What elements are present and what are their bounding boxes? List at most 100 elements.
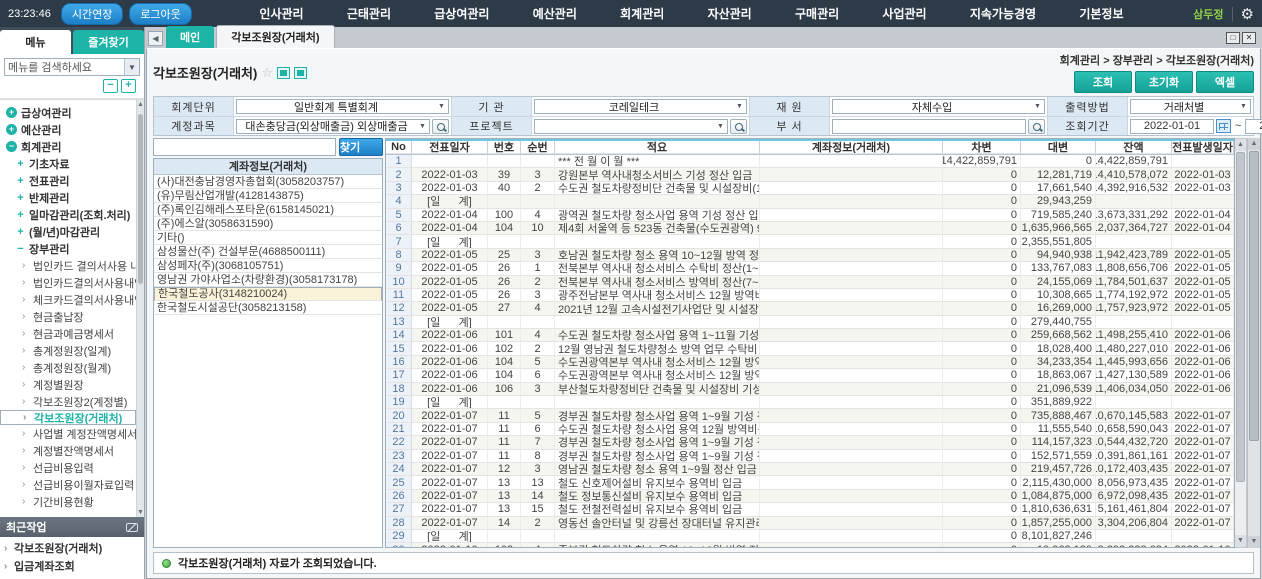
col-debit[interactable]: 차변	[943, 141, 1021, 154]
client-list-item-3[interactable]: (주)에스알(3058631590)	[154, 217, 382, 231]
table-row-2[interactable]: 22022-01-03393강원본부 역사내청소서비스 기성 정산 입금012,…	[386, 168, 1234, 181]
client-list-item-8[interactable]: 한국철도공사(3148210024)	[154, 287, 382, 301]
sidebar-item-6[interactable]: +일마감관리(조회.처리)	[0, 206, 136, 223]
search-button[interactable]: 조회	[1074, 71, 1132, 93]
project-lookup-button[interactable]	[730, 119, 747, 134]
client-list-item-2[interactable]: (주)록인김해레스포타운(6158145021)	[154, 203, 382, 217]
account-lookup-button[interactable]	[432, 119, 449, 134]
table-scrollbar[interactable]: ▲ ▼	[1235, 138, 1247, 548]
table-row-4[interactable]: 4[일 계]029,943,259	[386, 195, 1234, 208]
scroll-up-icon[interactable]: ▲	[137, 101, 144, 108]
topbar-menu-item-0[interactable]: 인사관리	[259, 5, 303, 22]
table-row-22[interactable]: 222022-01-07117경부권 철도차량 청소사업 용역 1~9월 기성 …	[386, 436, 1234, 449]
project-select[interactable]: ▼	[534, 119, 728, 134]
table-row-5[interactable]: 52022-01-041004광역권 철도차량 청소사업 용역 기성 정산 입금…	[386, 209, 1234, 222]
scroll-down-icon[interactable]: ▼	[1235, 535, 1246, 547]
col-seq[interactable]: 순번	[521, 141, 555, 154]
output-method-select[interactable]: 거래처별▼	[1130, 99, 1251, 114]
tab-scroll-left-icon[interactable]: ◀	[148, 31, 163, 46]
popup-window-icon[interactable]	[277, 67, 290, 79]
table-row-28[interactable]: 282022-01-07142영동선 솔안터널 및 강릉선 장대터널 유지관리 …	[386, 517, 1234, 530]
client-search-input[interactable]	[153, 138, 336, 156]
close-icon[interactable]: ✕	[1242, 32, 1256, 44]
table-row-3[interactable]: 32022-01-03402수도권 철도차량정비단 건축물 및 시설장비(1~1…	[386, 182, 1234, 195]
expand-all-button[interactable]: +	[121, 79, 136, 93]
tab-main[interactable]: 메인	[166, 26, 214, 48]
sidebar-item-4[interactable]: +전표관리	[0, 172, 136, 189]
table-row-17[interactable]: 172022-01-061046수도권광역본부 역사내 청소서비스 12월 방역…	[386, 369, 1234, 382]
col-credit[interactable]: 대변	[1021, 141, 1096, 154]
client-list-item-5[interactable]: 삼성물산(주) 건설부문(4688500111)	[154, 245, 382, 259]
table-row-15[interactable]: 152022-01-06102212월 영남권 철도차량청소 방역 업무 수탁비…	[386, 342, 1234, 355]
table-row-7[interactable]: 7[일 계]02,355,551,805	[386, 235, 1234, 248]
table-row-16[interactable]: 162022-01-061045수도권광역본부 역사내 청소서비스 12월 방역…	[386, 356, 1234, 369]
table-row-10[interactable]: 102022-01-05262전북본부 역사내 청소서비스 방역비 정산(7~1…	[386, 276, 1234, 289]
minimize-icon[interactable]: □	[1226, 32, 1240, 44]
sidebar-item-10[interactable]: ›법인카드결의서사용내역2	[0, 274, 136, 291]
col-description[interactable]: 적요	[555, 141, 760, 154]
logout-button[interactable]: 로그아웃	[129, 3, 191, 25]
table-row-14[interactable]: 142022-01-061014수도권 철도차량 청소사업 용역 1~11월 기…	[386, 329, 1234, 342]
table-row-30[interactable]: 302022-01-101034중부권 철도차량 청소 용역 10~12월 방역…	[386, 543, 1234, 547]
sidebar-item-14[interactable]: ›총계정원장(일계)	[0, 342, 136, 359]
client-list-item-1[interactable]: (유)무림산업개발(4128143875)	[154, 189, 382, 203]
recent-task-0[interactable]: ›각보조원장(거래처)	[0, 539, 144, 557]
topbar-menu-item-3[interactable]: 예산관리	[533, 5, 577, 22]
excel-button[interactable]: 엑셀	[1196, 71, 1254, 93]
sidebar-item-12[interactable]: ›현금출납장	[0, 308, 136, 325]
chevron-down-icon[interactable]: ▼	[124, 59, 139, 75]
table-row-21[interactable]: 212022-01-07116수도권 철도차량 청소사업 용역 12월 방역비용…	[386, 423, 1234, 436]
table-row-13[interactable]: 13[일 계]0279,440,755	[386, 316, 1234, 329]
extend-time-button[interactable]: 시간연장	[61, 3, 123, 25]
col-no[interactable]: No	[386, 141, 412, 154]
collapse-all-button[interactable]: −	[103, 79, 118, 93]
reset-button[interactable]: 초기화	[1135, 71, 1193, 93]
table-row-23[interactable]: 232022-01-07118경부권 철도차량 청소사업 용역 1~9월 기성 …	[386, 450, 1234, 463]
page-scrollbar[interactable]: ▲ ▼	[1247, 138, 1260, 548]
table-row-29[interactable]: 29[일 계]08,101,827,246	[386, 530, 1234, 543]
client-list-item-7[interactable]: 영남권 가야사업소(차량환경)(3058173178)	[154, 273, 382, 287]
table-row-19[interactable]: 19[일 계]0351,889,922	[386, 396, 1234, 409]
sidebar-item-9[interactable]: ›법인카드 결의서사용 내역	[0, 257, 136, 274]
sidebar-item-0[interactable]: +급상여관리	[0, 104, 136, 121]
scrollbar-thumb[interactable]	[1236, 152, 1245, 482]
find-button[interactable]: 찾기	[339, 138, 383, 156]
col-number[interactable]: 번호	[488, 141, 521, 154]
scrollbar-thumb[interactable]	[1249, 151, 1259, 441]
table-row-1[interactable]: 1*** 전 월 이 월 ***14,422,859,791014,422,85…	[386, 155, 1234, 168]
calendar-icon[interactable]	[1216, 119, 1231, 133]
fund-select[interactable]: 자체수입▼	[832, 99, 1045, 114]
sidebar-item-13[interactable]: ›현금과예금명세서	[0, 325, 136, 342]
col-voucher-issue-date[interactable]: 전표발생일자	[1172, 141, 1234, 154]
sidebar-item-16[interactable]: ›계정별원장	[0, 376, 136, 393]
topbar-menu-item-2[interactable]: 급상여관리	[434, 5, 489, 22]
scrollbar-thumb[interactable]	[138, 114, 143, 284]
col-account-info[interactable]: 계좌정보(거래처)	[760, 141, 943, 154]
scroll-up-icon[interactable]: ▲	[1235, 139, 1246, 151]
account-select[interactable]: 대손충당금(외상매출금) 외상매출금▼	[236, 119, 430, 134]
menu-search-input[interactable]	[5, 59, 124, 75]
scroll-up-icon[interactable]: ▲	[1248, 138, 1260, 150]
topbar-menu-item-6[interactable]: 구매관리	[795, 5, 839, 22]
client-list-item-4[interactable]: 기타()	[154, 231, 382, 245]
col-voucher-date[interactable]: 전표일자	[412, 141, 488, 154]
scroll-down-icon[interactable]: ▼	[1248, 536, 1260, 548]
sidebar-item-3[interactable]: +기초자료	[0, 155, 136, 172]
org-select[interactable]: 코레일테크▼	[534, 99, 747, 114]
table-row-6[interactable]: 62022-01-0410410제4회 서울역 등 523동 건축물(수도권광역…	[386, 222, 1234, 235]
table-row-9[interactable]: 92022-01-05261전북본부 역사내 청소서비스 수탁비 정산(1~9월…	[386, 262, 1234, 275]
recent-task-1[interactable]: ›입금계좌조회	[0, 557, 144, 575]
table-row-26[interactable]: 262022-01-071314철도 정보통신설비 유지보수 용역비 입금01,…	[386, 490, 1234, 503]
period-to-input[interactable]: 2022-12-31	[1245, 119, 1262, 134]
tree-scrollbar[interactable]: ▲ ▼	[136, 100, 144, 517]
tab-menu[interactable]: 메뉴	[0, 30, 71, 54]
table-row-8[interactable]: 82022-01-05253호남권 철도차량 청소 용역 10~12월 방역 정…	[386, 249, 1234, 262]
topbar-menu-item-4[interactable]: 회계관리	[620, 5, 664, 22]
clear-recent-icon[interactable]	[126, 523, 138, 532]
gear-icon[interactable]: ⚙	[1241, 5, 1254, 23]
sidebar-item-21[interactable]: ›선급비용입력	[0, 459, 136, 476]
sidebar-item-22[interactable]: ›선급비용이월자료입력	[0, 476, 136, 493]
client-list-item-9[interactable]: 한국철도시설공단(3058213158)	[154, 301, 382, 315]
topbar-menu-item-8[interactable]: 지속가능경영	[970, 5, 1036, 22]
client-list-item-0[interactable]: (사)대전충남경영자총협회(3058203757)	[154, 175, 382, 189]
